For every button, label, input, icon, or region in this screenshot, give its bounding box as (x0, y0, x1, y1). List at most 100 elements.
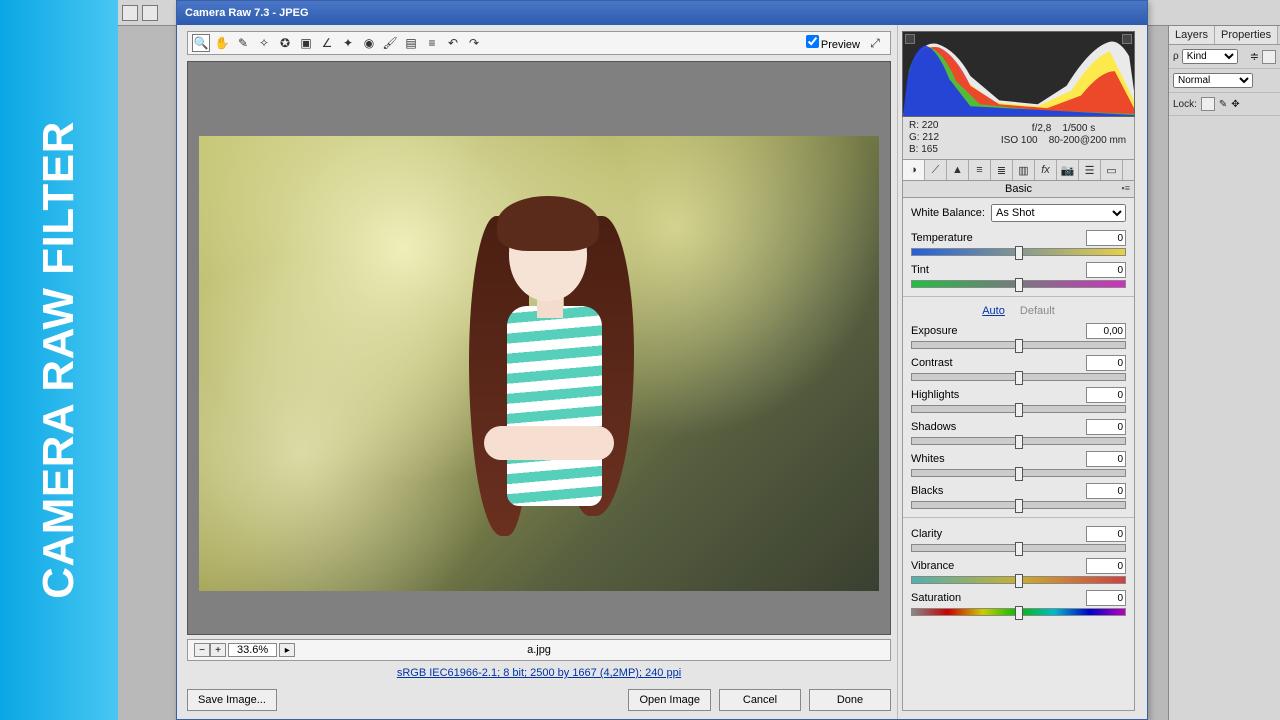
tab-detail-icon[interactable]: ▲ (947, 160, 969, 180)
adjustment-brush-icon[interactable]: 🖌 (381, 34, 399, 52)
tab-hsl-icon[interactable]: ≡ (969, 160, 991, 180)
tint-slider[interactable] (911, 280, 1126, 288)
spot-removal-tool-icon[interactable]: ✦ (339, 34, 357, 52)
lock-brush-icon[interactable]: ✎ (1219, 99, 1227, 110)
contrast-input[interactable] (1086, 355, 1126, 371)
zoom-tool-icon[interactable]: 🔍 (192, 34, 210, 52)
clarity-slider[interactable] (911, 544, 1126, 552)
lock-label: Lock: (1173, 99, 1197, 110)
vibrance-slider[interactable] (911, 576, 1126, 584)
lock-pixels-icon[interactable] (1201, 97, 1215, 111)
tab-tonecurve-icon[interactable]: ⟋ (925, 160, 947, 180)
tint-label: Tint (911, 264, 929, 276)
temperature-slider[interactable] (911, 248, 1126, 256)
white-balance-select[interactable]: As Shot (991, 204, 1126, 222)
clarity-input[interactable] (1086, 526, 1126, 542)
preferences-icon[interactable]: ≡ (423, 34, 441, 52)
histogram[interactable] (902, 31, 1135, 117)
panel-menu-icon[interactable]: ▪≡ (1122, 183, 1130, 193)
blend-mode-select[interactable]: Normal (1173, 73, 1253, 88)
workflow-options-bar: sRGB IEC61966-2.1; 8 bit; 2500 by 1667 (… (187, 667, 891, 679)
shadows-slider[interactable] (911, 437, 1126, 445)
saturation-slider[interactable] (911, 608, 1126, 616)
rotate-cw-icon[interactable]: ↷ (465, 34, 483, 52)
white-balance-label: White Balance: (911, 207, 985, 219)
preview-checkbox[interactable] (806, 35, 819, 48)
zoom-in-button[interactable]: + (210, 643, 226, 657)
targeted-adjust-tool-icon[interactable]: ✪ (276, 34, 294, 52)
whites-input[interactable] (1086, 451, 1126, 467)
blacks-input[interactable] (1086, 483, 1126, 499)
banner-text: CAMERA RAW FILTER (34, 121, 84, 599)
tab-fx-icon[interactable]: fx (1035, 160, 1057, 180)
fullscreen-icon[interactable]: ⤢ (866, 34, 884, 52)
zoom-menu-button[interactable]: ▸ (279, 643, 295, 657)
adjustment-tabs: ◑ ⟋ ▲ ≡ ≣ ▥ fx 📷 ☰ ▭ (902, 160, 1135, 181)
auto-link[interactable]: Auto (982, 305, 1005, 317)
done-button[interactable]: Done (809, 689, 891, 711)
basic-panel: White Balance: As Shot Temperature Tint … (902, 198, 1135, 711)
readout-aperture: f/2,8 (1032, 123, 1051, 134)
blacks-label: Blacks (911, 485, 943, 497)
saturation-label: Saturation (911, 592, 961, 604)
layer-kind-select[interactable]: Kind (1182, 49, 1238, 64)
tab-basic-icon[interactable]: ◑ (903, 160, 925, 180)
workflow-options-link[interactable]: sRGB IEC61966-2.1; 8 bit; 2500 by 1667 (… (397, 667, 681, 679)
contrast-slider[interactable] (911, 373, 1126, 381)
photoshop-right-panels: Layers Properties ρ Kind ≑ Normal Lock: … (1168, 26, 1280, 720)
zoom-out-button[interactable]: − (194, 643, 210, 657)
zoom-bar: − + 33.6% ▸ a.jpg (187, 639, 891, 661)
shadows-label: Shadows (911, 421, 956, 433)
open-image-button[interactable]: Open Image (628, 689, 711, 711)
cancel-button[interactable]: Cancel (719, 689, 801, 711)
dialog-titlebar[interactable]: Camera Raw 7.3 - JPEG (177, 1, 1147, 25)
info-readout: R: 220 G: 212 B: 165 f/2,8 1/500 s ISO 1… (902, 117, 1135, 160)
straighten-tool-icon[interactable]: ∠ (318, 34, 336, 52)
blacks-slider[interactable] (911, 501, 1126, 509)
highlights-slider[interactable] (911, 405, 1126, 413)
options-icon[interactable] (142, 5, 158, 21)
tab-camera-icon[interactable]: 📷 (1057, 160, 1079, 180)
clarity-label: Clarity (911, 528, 942, 540)
options-icon[interactable] (122, 5, 138, 21)
shadow-clip-icon[interactable] (905, 34, 915, 44)
lock-move-icon[interactable]: ✥ (1231, 99, 1239, 110)
readout-g: 212 (922, 132, 939, 143)
tab-properties[interactable]: Properties (1215, 26, 1278, 44)
highlights-input[interactable] (1086, 387, 1126, 403)
white-balance-tool-icon[interactable]: ✎ (234, 34, 252, 52)
camera-raw-dialog: Camera Raw 7.3 - JPEG 🔍 ✋ ✎ ✧ ✪ ▣ ∠ ✦ ◉ … (176, 0, 1148, 720)
tint-input[interactable] (1086, 262, 1126, 278)
filter-icon[interactable] (1262, 50, 1276, 64)
exposure-slider[interactable] (911, 341, 1126, 349)
zoom-value[interactable]: 33.6% (228, 643, 277, 657)
temperature-input[interactable] (1086, 230, 1126, 246)
red-eye-tool-icon[interactable]: ◉ (360, 34, 378, 52)
graduated-filter-icon[interactable]: ▤ (402, 34, 420, 52)
highlight-clip-icon[interactable] (1122, 34, 1132, 44)
shadows-input[interactable] (1086, 419, 1126, 435)
tab-snapshots-icon[interactable]: ▭ (1101, 160, 1123, 180)
color-sampler-tool-icon[interactable]: ✧ (255, 34, 273, 52)
readout-r: 220 (922, 120, 939, 131)
save-image-button[interactable]: Save Image... (187, 689, 277, 711)
preview-area[interactable] (187, 61, 891, 635)
whites-slider[interactable] (911, 469, 1126, 477)
saturation-input[interactable] (1086, 590, 1126, 606)
crop-tool-icon[interactable]: ▣ (297, 34, 315, 52)
preview-image (199, 136, 879, 591)
camera-raw-toolbar: 🔍 ✋ ✎ ✧ ✪ ▣ ∠ ✦ ◉ 🖌 ▤ ≡ ↶ ↷ Preview ⤢ (187, 31, 891, 55)
rotate-ccw-icon[interactable]: ↶ (444, 34, 462, 52)
readout-iso: ISO 100 (1001, 135, 1038, 146)
preview-toggle[interactable]: Preview (806, 35, 860, 51)
tab-lens-icon[interactable]: ▥ (1013, 160, 1035, 180)
dialog-footer: Save Image... Open Image Cancel Done (187, 689, 891, 711)
vibrance-input[interactable] (1086, 558, 1126, 574)
tab-presets-icon[interactable]: ☰ (1079, 160, 1101, 180)
tab-layers[interactable]: Layers (1169, 26, 1215, 44)
hand-tool-icon[interactable]: ✋ (213, 34, 231, 52)
tab-split-icon[interactable]: ≣ (991, 160, 1013, 180)
exposure-input[interactable] (1086, 323, 1126, 339)
histogram-svg (903, 32, 1134, 116)
vibrance-label: Vibrance (911, 560, 954, 572)
